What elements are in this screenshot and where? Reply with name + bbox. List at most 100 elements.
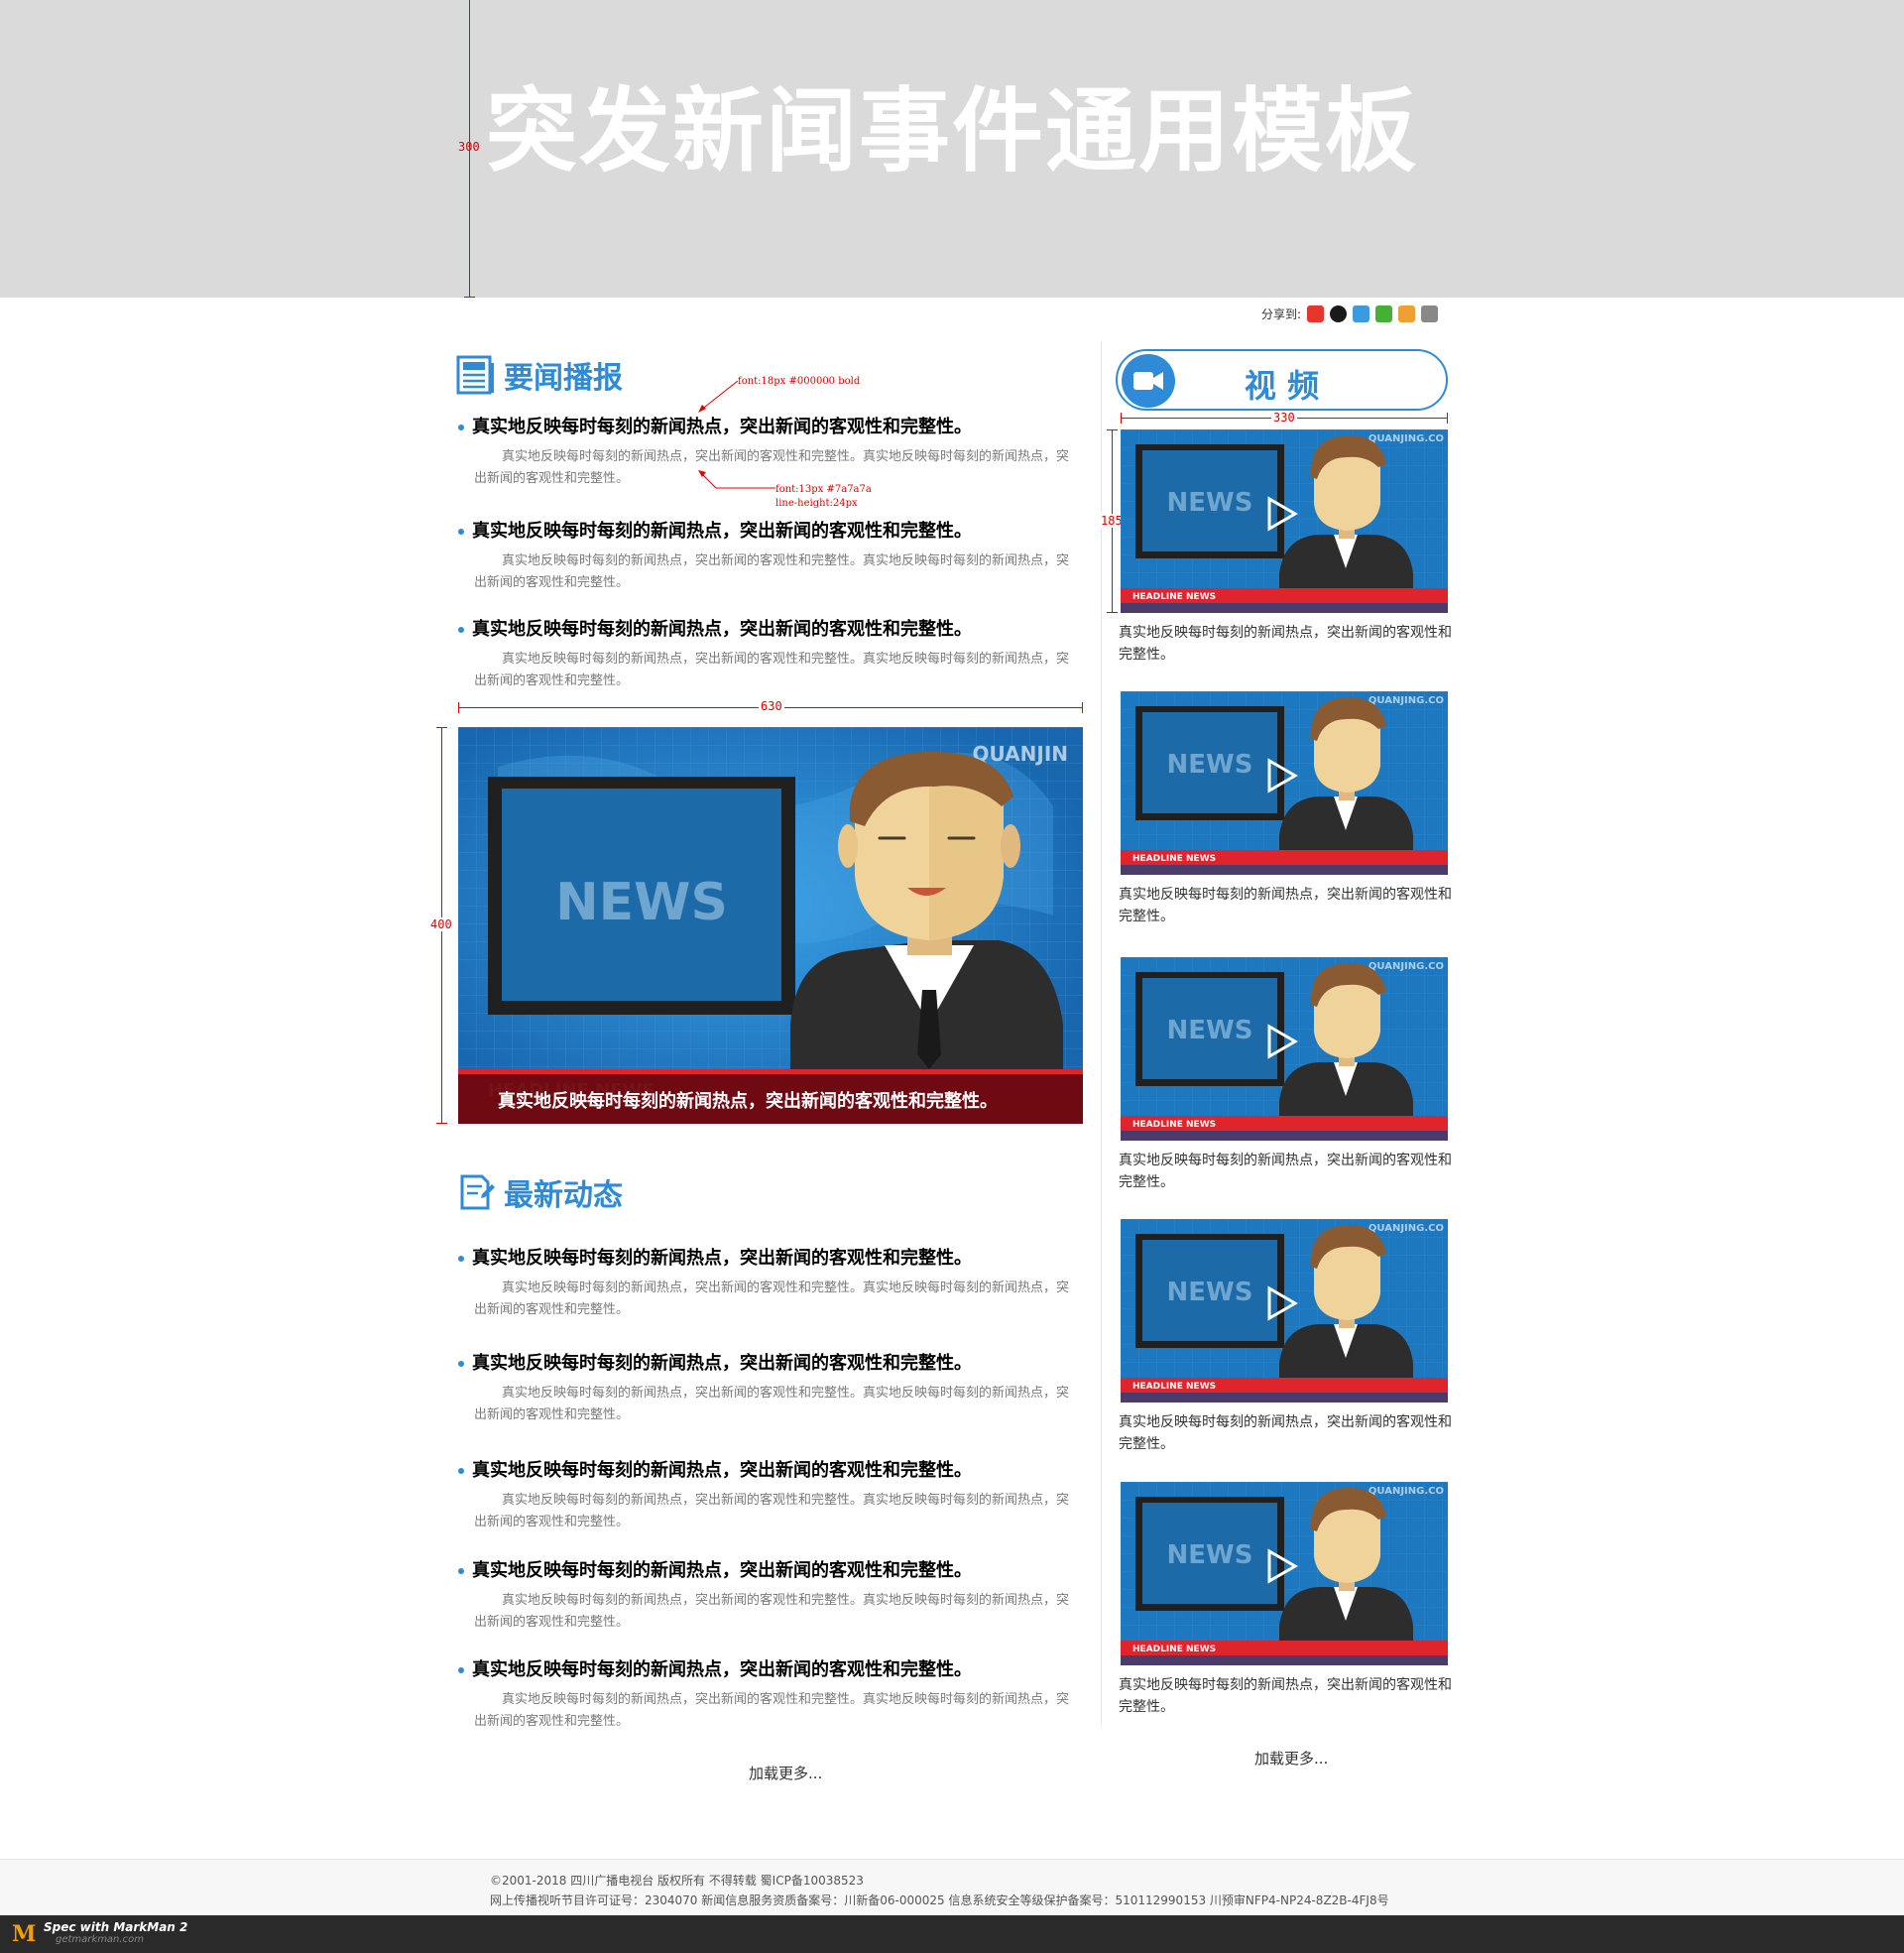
article-summary: 真实地反映每时每刻的新闻热点，突出新闻的客观性和完整性。真实地反映每时每刻的新闻… [474, 1386, 1070, 1422]
markman-site: getmarkman.com [56, 1934, 144, 1945]
spec-thumb-height-cap-bottom [1107, 612, 1118, 613]
thumb-screen-text: NEWS [1167, 1278, 1253, 1307]
thumb-banner-text: HEADLINE NEWS [1132, 854, 1216, 864]
latest-article-2[interactable]: 真实地反映每时每刻的新闻热点，突出新闻的客观性和完整性。 真实地反映每时每刻的新… [458, 1351, 1073, 1426]
spec-content-width-cap-right [1082, 702, 1083, 713]
footer: ©2001-2018 四川广播电视台 版权所有 不得转载 蜀ICP备100385… [0, 1859, 1904, 1915]
headlines-title: 要闻播报 [504, 361, 623, 396]
qzone-icon[interactable] [1353, 305, 1370, 322]
bullet [458, 1468, 464, 1474]
spec-body-arrow [698, 470, 775, 489]
spec-body-note-2: line-height:24px [775, 498, 858, 509]
svg-text:QUANJIN: QUANJIN [973, 742, 1068, 766]
document-edit-icon [460, 1174, 495, 1210]
video-thumbnail[interactable]: NEWS QUANJING.CO HEADLINE NEWS [1121, 1482, 1448, 1665]
more-share-icon[interactable] [1421, 305, 1439, 322]
thumb-brand-text: QUANJING.CO [1368, 1223, 1444, 1234]
spec-video-width-label: 330 [1271, 411, 1297, 425]
thumb-screen-text: NEWS [1167, 488, 1253, 518]
spec-video-width-cap-right [1447, 413, 1448, 424]
video-load-more-button[interactable]: 加载更多... [1254, 1748, 1328, 1769]
hero-news-image[interactable]: NEWS QUANJIN HEADLINE NEWS 真实地反映每时每刻的新闻热… [458, 727, 1083, 1124]
page-title: 突发新闻事件通用模板 [485, 78, 1418, 184]
video-thumbnail-art: NEWS QUANJING.CO HEADLINE NEWS [1121, 691, 1448, 875]
footer-copyright: ©2001-2018 四川广播电视台 版权所有 不得转载 蜀ICP备100385… [490, 1874, 864, 1888]
latest-header: 最新动态 [456, 1170, 623, 1214]
article-summary: 真实地反映每时每刻的新闻热点，突出新闻的客观性和完整性。真实地反映每时每刻的新闻… [474, 1493, 1070, 1529]
thumb-screen-text: NEWS [1167, 750, 1253, 780]
bullet [458, 425, 464, 430]
spec-title-arrow [698, 380, 739, 413]
newspaper-icon [456, 355, 494, 395]
article-title: 真实地反映每时每刻的新闻热点，突出新闻的客观性和完整性。 [458, 617, 1073, 643]
video-thumbnail-art: NEWS QUANJING.CO HEADLINE NEWS [1121, 1482, 1448, 1665]
article-summary: 真实地反映每时每刻的新闻热点，突出新闻的客观性和完整性。真实地反映每时每刻的新闻… [474, 1593, 1070, 1630]
headlines-header: 要闻播报 [456, 353, 623, 397]
spec-banner-height-cap [464, 297, 475, 298]
tencent-weibo-icon[interactable] [1398, 305, 1416, 322]
thumb-screen-text: NEWS [1167, 1540, 1253, 1570]
video-caption[interactable]: 真实地反映每时每刻的新闻热点，突出新闻的客观性和完整性。 [1119, 1150, 1456, 1193]
article-title: 真实地反映每时每刻的新闻热点，突出新闻的客观性和完整性。 [458, 1657, 1073, 1683]
video-title: 视 频 [1244, 367, 1320, 405]
spec-content-width-label: 630 [759, 699, 784, 713]
video-thumbnail-art: NEWS QUANJING.CO HEADLINE NEWS [1121, 957, 1448, 1141]
video-thumbnail[interactable]: NEWS QUANJING.CO HEADLINE NEWS [1121, 1219, 1448, 1403]
weibo-icon[interactable] [1307, 305, 1325, 322]
bullet [458, 1568, 464, 1574]
spec-hero-height-label: 400 [430, 917, 452, 931]
thumb-brand-text: QUANJING.CO [1368, 961, 1444, 972]
column-divider [1101, 341, 1102, 1724]
markman-logo: M [12, 1921, 37, 1947]
qq-icon[interactable] [1330, 305, 1348, 322]
video-header: 视 频 [1116, 349, 1448, 411]
latest-article-4[interactable]: 真实地反映每时每刻的新闻热点，突出新闻的客观性和完整性。 真实地反映每时每刻的新… [458, 1558, 1073, 1634]
spec-body-note-1: font:13px #7a7a7a [775, 484, 872, 495]
hero-caption: 真实地反映每时每刻的新闻热点，突出新闻的客观性和完整性。 [498, 1091, 998, 1112]
svg-text:NEWS: NEWS [555, 873, 728, 932]
latest-load-more-button[interactable]: 加载更多... [749, 1763, 822, 1783]
bullet [458, 1256, 464, 1262]
headline-article-2[interactable]: 真实地反映每时每刻的新闻热点，突出新闻的客观性和完整性。 真实地反映每时每刻的新… [458, 519, 1073, 594]
article-title: 真实地反映每时每刻的新闻热点，突出新闻的客观性和完整性。 [458, 1458, 1073, 1484]
article-summary: 真实地反映每时每刻的新闻热点，突出新闻的客观性和完整性。真实地反映每时每刻的新闻… [474, 652, 1070, 688]
latest-article-1[interactable]: 真实地反映每时每刻的新闻热点，突出新闻的客观性和完整性。 真实地反映每时每刻的新… [458, 1246, 1073, 1321]
video-thumbnail[interactable]: NEWS QUANJING.CO HEADLINE NEWS [1121, 691, 1448, 875]
thumb-brand-text: QUANJING.CO [1368, 1486, 1444, 1497]
video-thumbnail-art: NEWS QUANJING.CO HEADLINE NEWS [1121, 429, 1448, 613]
article-summary: 真实地反映每时每刻的新闻热点，突出新闻的客观性和完整性。真实地反映每时每刻的新闻… [474, 1692, 1070, 1729]
headline-article-3[interactable]: 真实地反映每时每刻的新闻热点，突出新闻的客观性和完整性。 真实地反映每时每刻的新… [458, 617, 1073, 692]
share-label: 分享到: [1261, 307, 1302, 321]
bullet [458, 627, 464, 633]
markman-watermark-bar: M Spec with MarkMan 2 getmarkman.com [0, 1915, 1904, 1953]
video-thumbnail[interactable]: NEWS QUANJING.CO HEADLINE NEWS [1121, 957, 1448, 1141]
thumb-brand-text: QUANJING.CO [1368, 433, 1444, 444]
latest-article-5[interactable]: 真实地反映每时每刻的新闻热点，突出新闻的客观性和完整性。 真实地反映每时每刻的新… [458, 1657, 1073, 1733]
footer-licenses: 网上传播视听节目许可证号：2304070 新闻信息服务资质备案号：川新备06-0… [490, 1893, 1389, 1907]
spec-thumb-height-label: 185 [1101, 514, 1123, 528]
video-thumbnail-art: NEWS QUANJING.CO HEADLINE NEWS [1121, 1219, 1448, 1403]
article-title: 真实地反映每时每刻的新闻热点，突出新闻的客观性和完整性。 [458, 519, 1073, 545]
share-bar: 分享到: [1261, 305, 1439, 322]
thumb-screen-text: NEWS [1167, 1016, 1253, 1045]
bullet [458, 1361, 464, 1367]
spec-thumb-height-cap-top [1107, 429, 1118, 430]
video-caption[interactable]: 真实地反映每时每刻的新闻热点，突出新闻的客观性和完整性。 [1119, 1411, 1456, 1455]
article-title: 真实地反映每时每刻的新闻热点，突出新闻的客观性和完整性。 [458, 1351, 1073, 1377]
news-anchor-illustration: NEWS QUANJIN HEADLINE NEWS [458, 727, 1083, 1124]
header-banner: 突发新闻事件通用模板 [0, 0, 1904, 298]
video-caption[interactable]: 真实地反映每时每刻的新闻热点，突出新闻的客观性和完整性。 [1119, 622, 1456, 666]
spec-title-note: font:18px #000000 bold [738, 376, 861, 387]
video-caption[interactable]: 真实地反映每时每刻的新闻热点，突出新闻的客观性和完整性。 [1119, 1674, 1456, 1718]
article-summary: 真实地反映每时每刻的新闻热点，突出新闻的客观性和完整性。真实地反映每时每刻的新闻… [474, 1281, 1070, 1317]
video-thumbnail[interactable]: NEWS QUANJING.CO HEADLINE NEWS [1121, 429, 1448, 613]
video-caption[interactable]: 真实地反映每时每刻的新闻热点，突出新闻的客观性和完整性。 [1119, 884, 1456, 927]
latest-article-3[interactable]: 真实地反映每时每刻的新闻热点，突出新闻的客观性和完整性。 真实地反映每时每刻的新… [458, 1458, 1073, 1533]
article-title: 真实地反映每时每刻的新闻热点，突出新闻的客观性和完整性。 [458, 1558, 1073, 1584]
spec-hero-height-cap-bottom [436, 1123, 447, 1124]
thumb-brand-text: QUANJING.CO [1368, 695, 1444, 706]
article-summary: 真实地反映每时每刻的新闻热点，突出新闻的客观性和完整性。真实地反映每时每刻的新闻… [474, 553, 1070, 590]
hero-caption-bar: 真实地反映每时每刻的新闻热点，突出新闻的客观性和完整性。 [458, 1074, 1083, 1124]
spec-banner-height-label: 300 [458, 140, 480, 154]
wechat-icon[interactable] [1375, 305, 1393, 322]
